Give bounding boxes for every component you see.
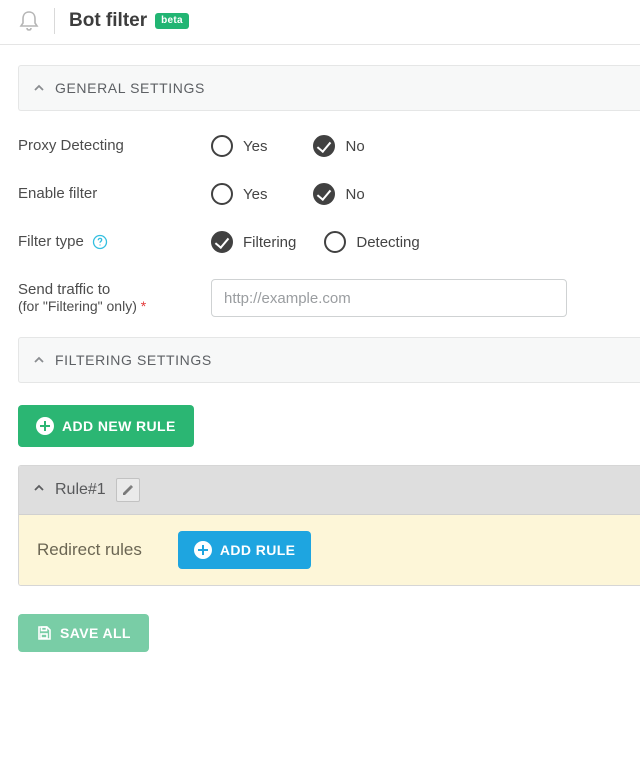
add-new-rule-label: ADD NEW RULE — [62, 418, 176, 434]
chevron-up-icon — [33, 82, 45, 94]
save-disk-icon — [36, 625, 52, 641]
radio-enable-no[interactable]: No — [313, 183, 364, 205]
radio-circle-icon — [324, 231, 346, 253]
bell-icon[interactable] — [18, 8, 40, 34]
plus-icon — [194, 541, 212, 559]
label-proxy-detecting: Proxy Detecting — [18, 135, 211, 154]
row-proxy-detecting: Proxy Detecting Yes No — [18, 135, 640, 157]
divider — [54, 8, 55, 34]
radio-proxy-yes[interactable]: Yes — [211, 135, 267, 157]
beta-badge: beta — [155, 13, 189, 29]
chevron-up-icon — [33, 354, 45, 366]
options-filter-type: Filtering Detecting — [211, 231, 420, 253]
rule-header[interactable]: Rule#1 — [19, 466, 640, 515]
required-mark: * — [141, 298, 146, 314]
radio-label: Yes — [243, 138, 267, 155]
page-title: Bot filter — [69, 10, 147, 32]
section-general-label: GENERAL SETTINGS — [55, 80, 205, 96]
section-filtering-label: FILTERING SETTINGS — [55, 352, 212, 368]
radio-filter-detecting[interactable]: Detecting — [324, 231, 419, 253]
input-send-traffic[interactable] — [211, 279, 567, 317]
save-all-button[interactable]: SAVE ALL — [18, 614, 149, 652]
radio-label: Yes — [243, 186, 267, 203]
radio-enable-yes[interactable]: Yes — [211, 183, 267, 205]
row-filter-type: Filter type Filtering Detecting — [18, 231, 640, 253]
add-new-rule-button[interactable]: ADD NEW RULE — [18, 405, 194, 447]
radio-label: Filtering — [243, 234, 296, 251]
label-send-traffic: Send traffic to (for "Filtering" only) * — [18, 279, 211, 314]
label-enable-filter: Enable filter — [18, 183, 211, 202]
chevron-up-icon — [33, 481, 45, 499]
pencil-icon[interactable] — [116, 478, 140, 502]
radio-circle-icon — [313, 183, 335, 205]
radio-label: No — [345, 186, 364, 203]
radio-label: No — [345, 138, 364, 155]
radio-circle-icon — [313, 135, 335, 157]
rule-name: Rule#1 — [55, 481, 106, 499]
radio-circle-icon — [211, 231, 233, 253]
general-settings-block: Proxy Detecting Yes No Enable filter Yes — [18, 111, 640, 337]
radio-label: Detecting — [356, 234, 419, 251]
options-proxy-detecting: Yes No — [211, 135, 365, 157]
add-rule-button[interactable]: ADD RULE — [178, 531, 312, 569]
rule-panel: Rule#1 Redirect rules ADD RULE — [18, 465, 640, 586]
label-send-traffic-text: Send traffic to — [18, 281, 110, 298]
section-filtering-settings[interactable]: FILTERING SETTINGS — [18, 337, 640, 383]
redirect-rules-label: Redirect rules — [37, 540, 142, 560]
page-body: GENERAL SETTINGS Proxy Detecting Yes No … — [0, 45, 640, 672]
save-all-block: SAVE ALL — [18, 614, 640, 652]
plus-icon — [36, 417, 54, 435]
label-filter-type-text: Filter type — [18, 233, 84, 250]
options-enable-filter: Yes No — [211, 183, 365, 205]
rule-body: Redirect rules ADD RULE — [19, 515, 640, 585]
row-send-traffic: Send traffic to (for "Filtering" only) * — [18, 279, 640, 317]
help-icon[interactable] — [92, 234, 108, 250]
add-new-rule-block: ADD NEW RULE — [18, 405, 640, 447]
row-enable-filter: Enable filter Yes No — [18, 183, 640, 205]
radio-circle-icon — [211, 135, 233, 157]
radio-circle-icon — [211, 183, 233, 205]
radio-proxy-no[interactable]: No — [313, 135, 364, 157]
add-rule-label: ADD RULE — [220, 542, 296, 558]
radio-filter-filtering[interactable]: Filtering — [211, 231, 296, 253]
label-filter-type: Filter type — [18, 231, 211, 250]
label-send-traffic-sub: (for "Filtering" only) — [18, 298, 137, 314]
section-general-settings[interactable]: GENERAL SETTINGS — [18, 65, 640, 111]
top-bar: Bot filter beta — [0, 0, 640, 45]
save-all-label: SAVE ALL — [60, 625, 131, 641]
